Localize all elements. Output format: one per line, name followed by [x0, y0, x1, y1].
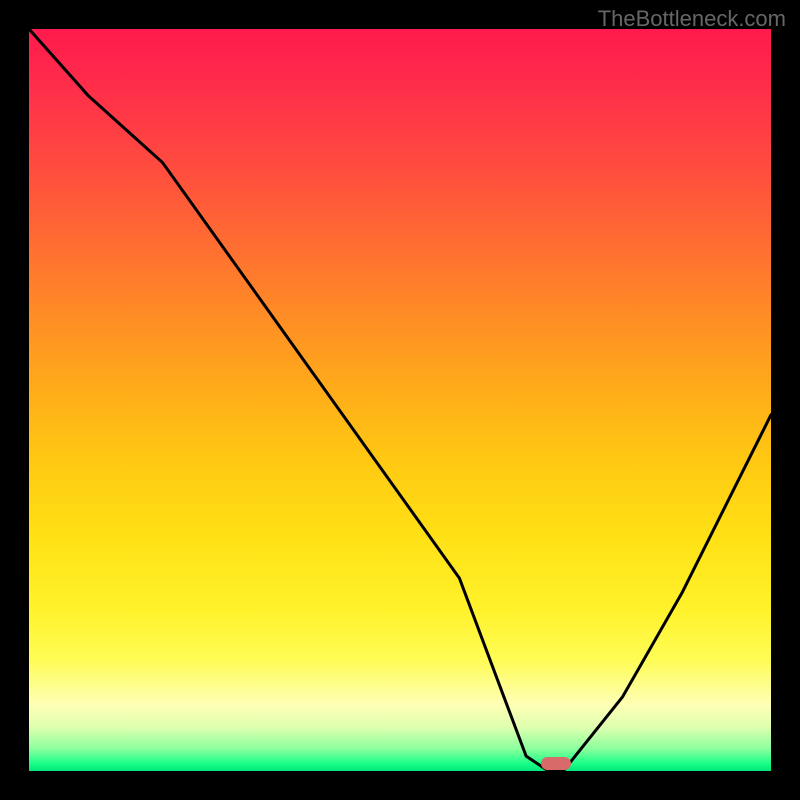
watermark-text: TheBottleneck.com: [598, 6, 786, 32]
bottleneck-curve: [29, 29, 771, 771]
optimal-point-marker: [541, 757, 571, 770]
